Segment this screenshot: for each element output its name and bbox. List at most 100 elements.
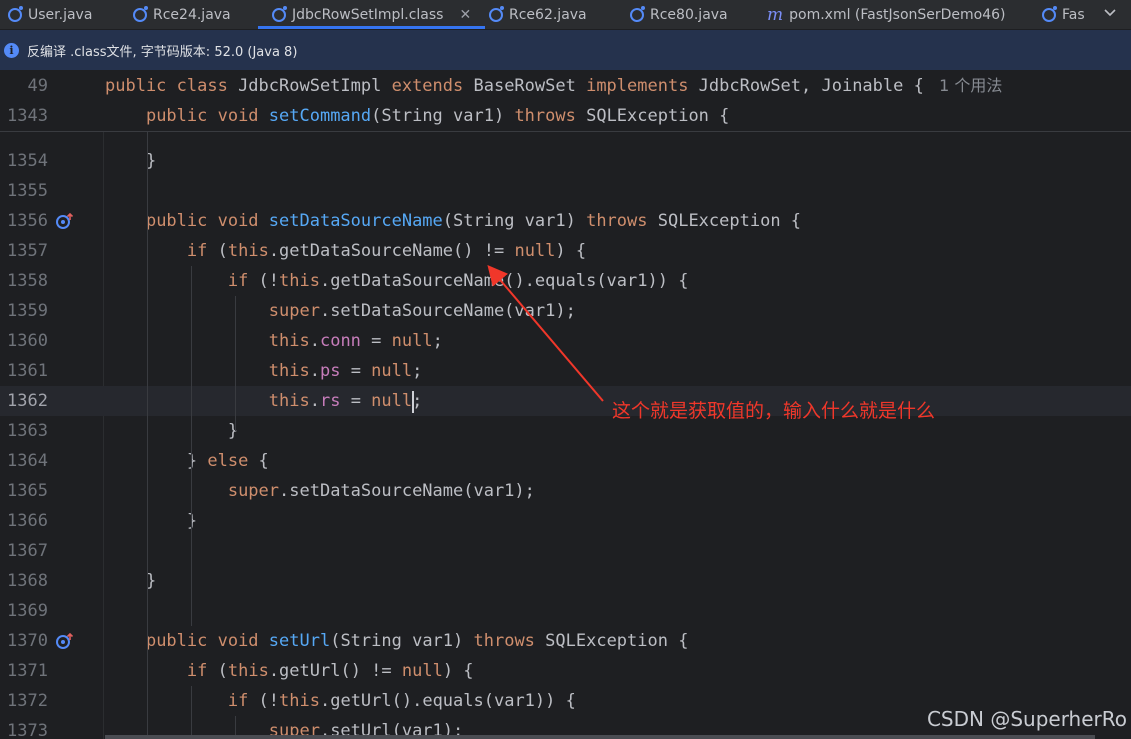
code-line[interactable]: 1357 if (this.getDataSourceName() != nul… xyxy=(0,236,1131,266)
code-line[interactable]: 1363 } xyxy=(0,416,1131,446)
code-line[interactable]: 49 public class JdbcRowSetImpl extends Ba… xyxy=(0,71,1131,101)
line-number[interactable]: 1363 xyxy=(0,416,48,446)
code-line[interactable]: 1365 super.setDataSourceName(var1); xyxy=(0,476,1131,506)
code-token: if xyxy=(186,241,218,261)
code-line[interactable]: 1366 } xyxy=(0,506,1131,536)
code-line[interactable]: 1359 super.setDataSourceName(var1); xyxy=(0,296,1131,326)
code-text[interactable]: this.ps = null; xyxy=(105,356,423,386)
code-token: . xyxy=(309,391,320,411)
code-line[interactable]: 1369 xyxy=(0,596,1131,626)
code-token: . xyxy=(309,331,320,351)
code-token: (String var1) xyxy=(330,631,474,651)
code-token: rs xyxy=(319,391,341,411)
line-number[interactable]: 1365 xyxy=(0,476,48,506)
code-token: = xyxy=(360,331,392,351)
code-line[interactable]: 1371 if (this.getUrl() != null) { xyxy=(0,656,1131,686)
line-number[interactable]: 1362 xyxy=(0,386,48,416)
line-number[interactable]: 1343 xyxy=(0,101,48,131)
tab-rce62-java[interactable]: Rce62.java xyxy=(489,0,587,29)
tab-truncated[interactable]: Fas xyxy=(1042,0,1092,29)
line-number[interactable]: 1360 xyxy=(0,326,48,356)
line-number[interactable]: 1356 xyxy=(0,206,48,236)
code-line[interactable]: 1368 } xyxy=(0,566,1131,596)
annotation-note: 这个就是获取值的，输入什么就是什么 xyxy=(612,400,936,422)
line-number[interactable]: 49 xyxy=(0,71,48,101)
line-number[interactable]: 1361 xyxy=(0,356,48,386)
code-token: .setDataSourceName(var1); xyxy=(319,301,576,321)
close-icon[interactable]: ✕ xyxy=(459,7,471,23)
code-line[interactable]: 1364 } else { xyxy=(0,446,1131,476)
code-line[interactable]: 1356 public void setDataSourceName(Strin… xyxy=(0,206,1131,236)
code-token: . xyxy=(309,361,320,381)
code-text[interactable]: } xyxy=(105,416,238,446)
line-number[interactable]: 1369 xyxy=(0,596,48,626)
line-number[interactable]: 1370 xyxy=(0,626,48,656)
code-line[interactable]: 1355 xyxy=(0,176,1131,206)
code-token: ) { xyxy=(555,241,587,261)
line-number[interactable]: 1354 xyxy=(0,146,48,176)
code-text[interactable]: } xyxy=(105,566,156,596)
editor-tab-bar: User.java Rce24.java JdbcRowSetImpl.clas… xyxy=(0,0,1131,30)
horizontal-scrollbar[interactable] xyxy=(105,735,1095,739)
tab-pom-xml[interactable]: m pom.xml (FastJsonSerDemo46) xyxy=(767,0,1006,29)
code-token: (! xyxy=(258,271,280,291)
tab-user-java[interactable]: User.java xyxy=(8,0,92,29)
code-line[interactable]: 1370 public void setUrl(String var1) thr… xyxy=(0,626,1131,656)
code-line[interactable]: 1343 public void setCommand(String var1)… xyxy=(0,101,1131,131)
code-text[interactable]: public void setCommand(String var1) thro… xyxy=(105,101,729,131)
line-number[interactable]: 1371 xyxy=(0,656,48,686)
tab-rce24-java[interactable]: Rce24.java xyxy=(133,0,231,29)
line-number[interactable]: 1364 xyxy=(0,446,48,476)
code-token: } xyxy=(105,511,198,531)
code-token: SQLException { xyxy=(586,106,730,126)
tab-rce80-java[interactable]: Rce80.java xyxy=(630,0,728,29)
maven-icon: m xyxy=(767,4,784,25)
code-token: .getDataSourceName() != xyxy=(268,241,515,261)
code-text[interactable]: public class JdbcRowSetImpl extends Base… xyxy=(105,71,1002,101)
code-token: null xyxy=(371,391,413,411)
code-text[interactable]: } xyxy=(105,146,156,176)
code-text[interactable]: if (this.getDataSourceName() != null) { xyxy=(105,236,586,266)
code-text[interactable]: this.rs = null; xyxy=(105,386,423,416)
code-text[interactable]: super.setDataSourceName(var1); xyxy=(105,296,576,326)
line-number[interactable]: 1366 xyxy=(0,506,48,536)
override-method-icon[interactable] xyxy=(55,212,74,229)
code-text[interactable]: } else { xyxy=(105,446,269,476)
line-number[interactable]: 1358 xyxy=(0,266,48,296)
code-text[interactable]: super.setDataSourceName(var1); xyxy=(105,476,535,506)
code-line[interactable]: 1358 if (!this.getDataSourceName().equal… xyxy=(0,266,1131,296)
code-token: this xyxy=(227,241,269,261)
line-number[interactable]: 1373 xyxy=(0,716,48,739)
line-number[interactable]: 1355 xyxy=(0,176,48,206)
decompiled-class-banner: i 反编译 .class文件, 字节码版本: 52.0 (Java 8) xyxy=(0,30,1131,70)
line-number[interactable]: 1368 xyxy=(0,566,48,596)
code-line[interactable]: 1362 this.rs = null; xyxy=(0,386,1131,416)
line-number[interactable]: 1372 xyxy=(0,686,48,716)
code-token: = xyxy=(340,361,372,381)
code-text[interactable]: if (!this.getDataSourceName().equals(var… xyxy=(105,266,689,296)
chevron-down-icon[interactable] xyxy=(1103,5,1117,23)
indent-guide xyxy=(191,686,192,739)
code-text[interactable]: } xyxy=(105,506,197,536)
code-text[interactable]: if (this.getUrl() != null) { xyxy=(105,656,474,686)
code-editor[interactable]: 49 public class JdbcRowSetImpl extends Ba… xyxy=(0,71,1131,739)
code-line[interactable]: 1354 } xyxy=(0,146,1131,176)
code-token: = xyxy=(340,391,372,411)
code-text[interactable]: this.conn = null; xyxy=(105,326,443,356)
class-icon xyxy=(489,5,504,22)
tab-jdbcrowsetimpl-class[interactable]: JdbcRowSetImpl.class ✕ xyxy=(258,0,486,29)
code-line[interactable]: 1367 xyxy=(0,536,1131,566)
code-line[interactable]: 1361 this.ps = null; xyxy=(0,356,1131,386)
code-text[interactable]: public void setUrl(String var1) throws S… xyxy=(105,626,689,656)
code-text[interactable]: public void setDataSourceName(String var… xyxy=(105,206,801,236)
code-text[interactable]: if (!this.getUrl().equals(var1)) { xyxy=(105,686,576,716)
code-line[interactable]: 1360 this.conn = null; xyxy=(0,326,1131,356)
line-number[interactable]: 1367 xyxy=(0,536,48,566)
line-number[interactable]: 1359 xyxy=(0,296,48,326)
line-number[interactable]: 1357 xyxy=(0,236,48,266)
code-token: this xyxy=(268,391,310,411)
override-method-icon[interactable] xyxy=(55,632,74,649)
